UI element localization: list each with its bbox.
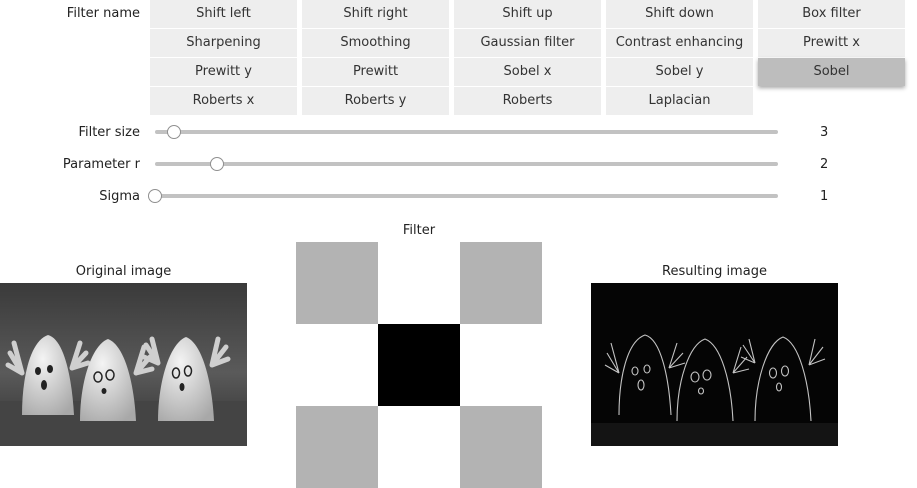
kernel-cell: [296, 242, 378, 324]
filter-button[interactable]: Shift right: [302, 0, 449, 28]
sigma-value: 1: [820, 189, 829, 204]
filter-size-value: 3: [820, 125, 829, 140]
filter-size-label: Filter size: [78, 125, 140, 140]
filter-button[interactable]: Prewitt y: [150, 58, 297, 86]
original-image-title: Original image: [75, 264, 172, 279]
filter-size-handle[interactable]: [166, 125, 181, 139]
kernel-cell: [378, 242, 460, 324]
original-image: [0, 283, 247, 446]
filter-button[interactable]: Contrast enhancing: [606, 29, 753, 57]
kernel-cell: [296, 406, 378, 488]
filter-button[interactable]: Roberts y: [302, 87, 449, 115]
filter-button[interactable]: Prewitt x: [758, 29, 905, 57]
filter-button[interactable]: Shift up: [454, 0, 601, 28]
filter-title: Filter: [402, 223, 436, 238]
kernel-cell: [460, 406, 542, 488]
kernel-cell: [296, 324, 378, 406]
parameter-r-value: 2: [820, 157, 829, 172]
filter-name-label: Filter name: [66, 6, 140, 21]
filter-button[interactable]: Sobel x: [454, 58, 601, 86]
filter-button[interactable]: Laplacian: [606, 87, 753, 115]
resulting-image-title: Resulting image: [662, 264, 767, 279]
kernel-cell: [378, 324, 460, 406]
sigma-track[interactable]: [155, 194, 778, 198]
kernel-cell: [460, 324, 542, 406]
filter-button[interactable]: Shift down: [606, 0, 753, 28]
kernel-cell: [378, 406, 460, 488]
parameter-r-handle[interactable]: [210, 157, 225, 171]
filter-kernel-grid: [296, 242, 542, 488]
sigma-label: Sigma: [99, 189, 140, 204]
filter-button[interactable]: Sharpening: [150, 29, 297, 57]
filter-button[interactable]: Gaussian filter: [454, 29, 601, 57]
parameter-r-track[interactable]: [155, 162, 778, 166]
filter-size-track[interactable]: [155, 130, 778, 134]
resulting-image: [591, 283, 838, 446]
filter-button[interactable]: Smoothing: [302, 29, 449, 57]
filter-button[interactable]: Shift left: [150, 0, 297, 28]
filter-button[interactable]: Roberts: [454, 87, 601, 115]
kernel-cell: [460, 242, 542, 324]
filter-button[interactable]: Box filter: [758, 0, 905, 28]
filter-button[interactable]: Sobel y: [606, 58, 753, 86]
filter-button[interactable]: Sobel: [758, 58, 905, 86]
filter-button[interactable]: Roberts x: [150, 87, 297, 115]
sigma-handle[interactable]: [148, 189, 162, 203]
filter-button[interactable]: Prewitt: [302, 58, 449, 86]
parameter-r-label: Parameter r: [62, 157, 140, 172]
